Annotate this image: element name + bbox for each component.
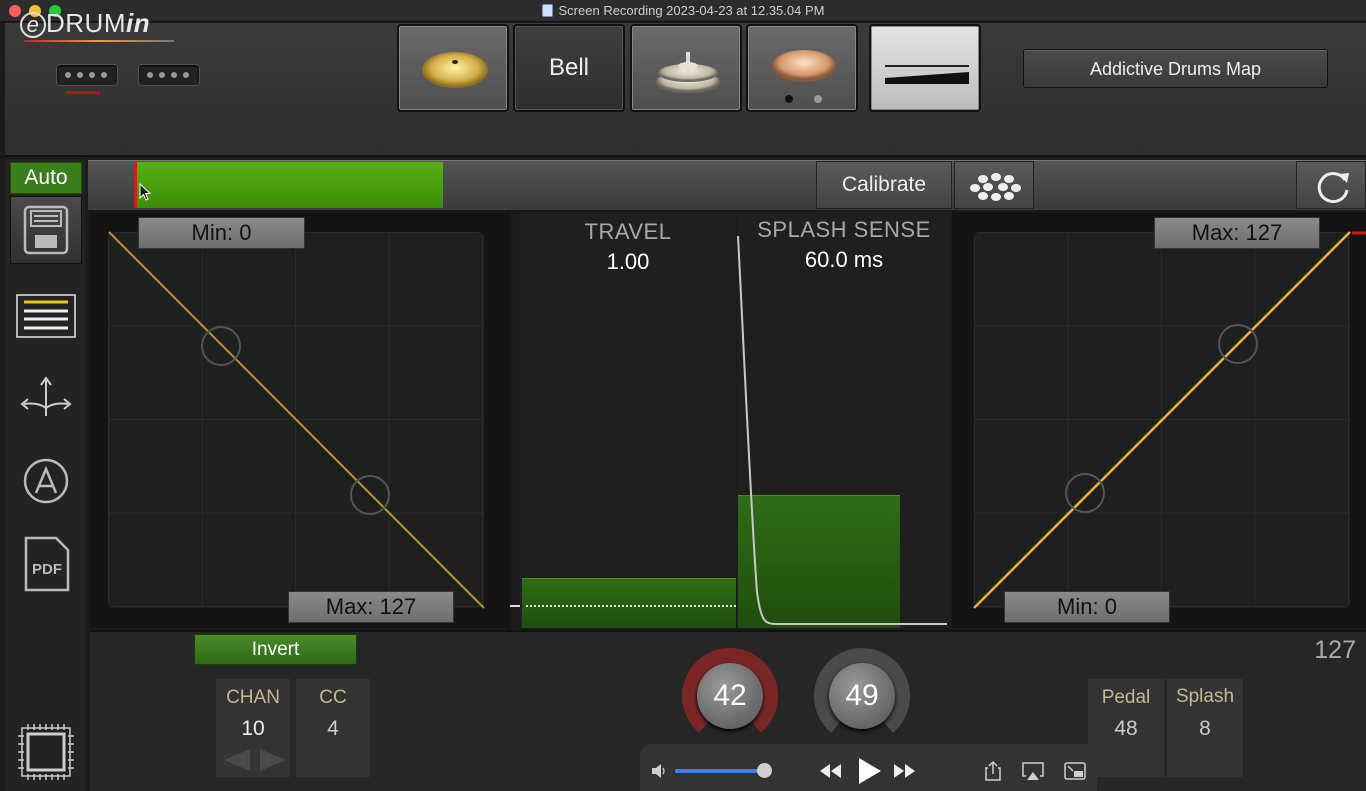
travel-level-fill	[522, 578, 736, 628]
save-button[interactable]	[10, 196, 82, 264]
input-jack-2[interactable]	[138, 64, 200, 86]
chan-prev-icon[interactable]	[224, 749, 250, 771]
window-title: Screen Recording 2023-04-23 at 12.35.04 …	[0, 3, 1366, 18]
logo-in: in	[126, 8, 151, 38]
chip-icon	[18, 724, 74, 780]
splash-value: 8	[1199, 717, 1211, 740]
arrows-icon	[20, 376, 72, 416]
page-dot-2[interactable]	[814, 95, 822, 103]
input-level-fill	[135, 162, 443, 208]
chan-next-icon[interactable]	[260, 749, 286, 771]
pedal-label: Pedal	[1101, 687, 1151, 708]
document-icon	[541, 4, 553, 17]
travel-value: 1.00	[606, 249, 650, 274]
pdf-icon: PDF	[24, 536, 70, 592]
pedal-icon	[885, 65, 969, 84]
auto-button[interactable]: Auto	[10, 162, 82, 194]
velocity-readout: 127	[1314, 636, 1356, 664]
left-max-label[interactable]: Max: 127	[288, 591, 454, 623]
travel-threshold-line	[526, 605, 736, 607]
logo-underline	[24, 40, 174, 42]
logo-e: e	[20, 12, 46, 38]
calibrate-button[interactable]: Calibrate	[816, 161, 952, 209]
crash-cymbal-icon	[772, 50, 836, 82]
splash-sense-value: 60.0 ms	[804, 247, 884, 272]
a-circle-icon	[23, 458, 69, 504]
refresh-button[interactable]	[1296, 161, 1366, 209]
travel-tick	[510, 605, 520, 607]
routing-button[interactable]	[10, 372, 82, 424]
list-icon	[16, 294, 76, 338]
share-icon[interactable]	[982, 760, 1004, 782]
cc-label: CC	[319, 687, 347, 708]
channel-selector[interactable]: CHAN 10	[216, 679, 290, 777]
cymbal-icon	[422, 52, 488, 88]
rewind-icon[interactable]	[818, 761, 844, 781]
note-knob-1[interactable]: 42	[682, 648, 778, 744]
auto-mode-button[interactable]	[10, 456, 82, 508]
input-jack-1[interactable]	[56, 64, 118, 86]
chan-label: CHAN	[226, 687, 280, 708]
invert-button[interactable]: Invert	[194, 634, 357, 665]
page-dot-1[interactable]	[785, 95, 793, 103]
fast-forward-icon[interactable]	[892, 761, 918, 781]
volume-slider-thumb[interactable]	[757, 763, 772, 778]
hihat-icon	[656, 52, 720, 93]
play-icon[interactable]	[854, 756, 884, 786]
mouse-cursor-icon	[139, 183, 152, 201]
airplay-icon[interactable]	[1021, 760, 1045, 782]
addictive-drums-map-button[interactable]: Addictive Drums Map	[1023, 49, 1328, 88]
window-title-text: Screen Recording 2023-04-23 at 12.35.04 …	[558, 3, 825, 18]
left-velocity-curve[interactable]	[90, 212, 510, 628]
logo-drum: DRUM	[46, 8, 126, 38]
splash-sense-title: SPLASH SENSE	[757, 217, 931, 242]
cc-selector[interactable]: CC 4	[296, 679, 370, 777]
splash-label: Splash	[1175, 686, 1235, 707]
volume-slider-fill	[675, 769, 762, 773]
dots-pattern-icon	[970, 173, 1021, 201]
left-curve-handle-1[interactable]	[201, 326, 241, 366]
right-velocity-curve[interactable]	[952, 212, 1366, 628]
right-max-label[interactable]: Max: 127	[1154, 217, 1320, 249]
level-marker	[134, 162, 137, 208]
crash-pad-button[interactable]	[746, 24, 858, 112]
chan-value: 10	[241, 717, 265, 740]
svg-text:PDF: PDF	[32, 561, 62, 578]
cc-value: 4	[327, 717, 339, 740]
chan-arrows	[224, 749, 286, 771]
pedal-pad-button[interactable]	[869, 24, 981, 112]
pedal-note-selector[interactable]: Pedal 48	[1088, 679, 1164, 777]
picture-in-picture-icon[interactable]	[1063, 760, 1087, 782]
pdf-manual-button[interactable]: PDF	[10, 534, 82, 594]
volume-icon[interactable]	[650, 762, 670, 780]
refresh-icon	[1317, 172, 1349, 204]
bell-pad-label: Bell	[548, 54, 590, 81]
note-knob-1-value: 42	[697, 663, 763, 729]
active-jack-indicator	[66, 91, 100, 94]
cymbal-bow-pad-button[interactable]	[397, 24, 509, 112]
travel-title: TRAVEL	[584, 219, 672, 244]
right-curve-handle-2[interactable]	[1065, 473, 1105, 513]
left-curve-line	[108, 231, 485, 609]
right-curve-line	[973, 231, 1351, 609]
splash-decay-curve	[737, 235, 947, 625]
left-min-label[interactable]: Min: 0	[138, 217, 305, 249]
bell-pad-button[interactable]: Bell	[513, 24, 625, 112]
edrumin-logo: e DRUMin	[20, 8, 150, 39]
splash-note-selector[interactable]: Splash 8	[1167, 679, 1243, 777]
note-knob-2-value: 49	[829, 663, 895, 729]
pedal-value: 48	[1114, 717, 1138, 740]
save-icon	[23, 205, 69, 255]
note-knob-2[interactable]: 49	[814, 648, 910, 744]
hihat-pad-button[interactable]	[630, 24, 742, 112]
trigger-pattern-button[interactable]	[954, 161, 1034, 209]
hardware-settings-button[interactable]	[10, 722, 82, 782]
list-view-button[interactable]	[10, 292, 82, 340]
right-min-label[interactable]: Min: 0	[1004, 591, 1170, 623]
